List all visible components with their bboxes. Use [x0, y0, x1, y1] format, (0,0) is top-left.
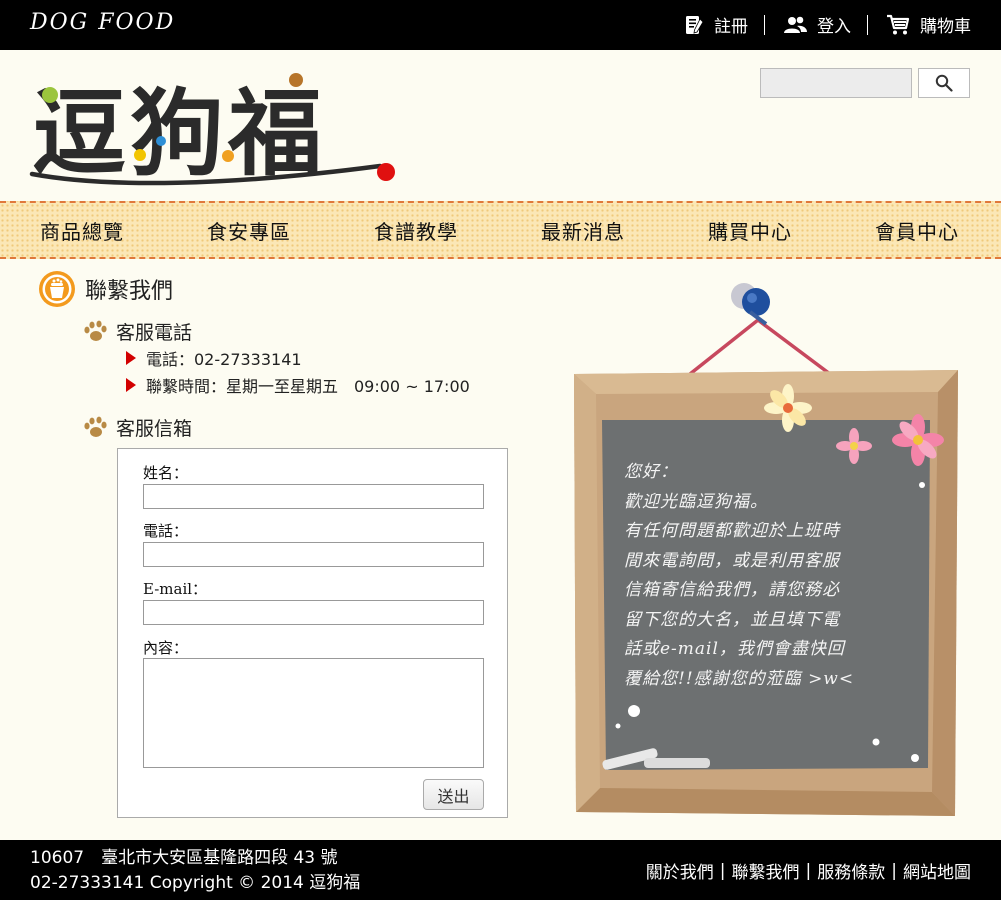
mail-section-title: 客服信箱 [116, 418, 193, 440]
contact-form: 姓名： 電話： E-mail： 內容： 送出 [117, 448, 508, 818]
footer-separator: | [891, 860, 897, 881]
main-nav: 商品總覽 食安專區 食譜教學 最新消息 購買中心 會員中心 [0, 201, 1001, 259]
cart-link[interactable]: 購物車 [884, 12, 971, 37]
top-links: 註冊 登入 購物車 [682, 12, 971, 37]
phone-section-title: 客服電話 [116, 322, 193, 344]
phone-info-list: 電話：02-27333141 聯繫時間：星期一至星期五 09:00 ~ 17:0… [126, 344, 470, 398]
list-item: 聯繫時間：星期一至星期五 09:00 ~ 17:00 [126, 371, 470, 398]
footer-contact: 10607 臺北市大安區基隆路四段 43 號 02-27333141 Copyr… [30, 846, 360, 896]
nav-item-recipes[interactable]: 食譜教學 [374, 216, 458, 245]
footer-copyright: 02-27333141 Copyright © 2014 逗狗福 [30, 873, 361, 893]
page-title-label: 聯繫我們 [85, 279, 174, 304]
register-link[interactable]: 註冊 [682, 12, 748, 37]
phone-section-heading: 客服電話 [82, 318, 192, 345]
divider [867, 14, 868, 35]
nav-item-food-safety[interactable]: 食安專區 [207, 216, 291, 245]
register-label: 註冊 [714, 17, 748, 37]
page-title: 聯繫我們 [38, 270, 173, 308]
nav-item-member[interactable]: 會員中心 [875, 216, 959, 245]
phone-label: 電話： [143, 522, 189, 540]
brand-text[interactable]: DOG FOOD [30, 10, 175, 35]
blackboard-message: 您好： 歡迎光臨逗狗福。 有任何問題都歡迎於上班時 間來電詢問，或是利用客服 信… [624, 458, 924, 694]
service-hours-text: 聯繫時間：星期一至星期五 09:00 ~ 17:00 [146, 376, 470, 396]
login-link[interactable]: 登入 [781, 12, 851, 37]
phone-field[interactable] [143, 542, 484, 567]
board-line: 留下您的大名，並且填下電 [624, 609, 840, 630]
board-line: 有任何問題都歡迎於上班時 [624, 521, 840, 541]
search-icon [935, 74, 953, 92]
nav-item-shopping[interactable]: 購買中心 [708, 216, 792, 245]
dog-food-bowl-icon [39, 271, 75, 307]
top-bar: DOG FOOD 註冊 登入 購物車 [0, 0, 1001, 50]
board-line: 話或e-mail，我們會盡快回 [624, 639, 845, 659]
footer-link-about[interactable]: 關於我們 [646, 858, 714, 883]
footer-separator: | [719, 860, 726, 881]
board-line: 信箱寄信給我們，請您務必 [624, 580, 840, 600]
content-label: 內容： [143, 639, 189, 657]
phone-number-text: 電話：02-27333141 [146, 349, 302, 369]
nav-item-news[interactable]: 最新消息 [541, 216, 625, 245]
submit-button[interactable]: 送出 [423, 779, 484, 810]
cart-label: 購物車 [920, 17, 971, 37]
paw-icon [84, 320, 107, 341]
board-line: 歡迎光臨逗狗福。 [624, 491, 768, 512]
bullet-arrow-icon [126, 350, 136, 365]
divider [764, 14, 765, 35]
login-label: 登入 [817, 17, 851, 37]
name-field[interactable] [143, 484, 484, 509]
cart-icon [887, 14, 910, 34]
bullet-arrow-icon [126, 377, 136, 392]
search-button[interactable] [918, 68, 970, 98]
footer-link-terms[interactable]: 服務條款 [817, 858, 885, 883]
footer-link-sitemap[interactable]: 網站地圖 [903, 858, 971, 883]
mail-section-heading: 客服信箱 [82, 414, 192, 441]
footer-link-contact[interactable]: 聯繫我們 [732, 858, 800, 883]
site-logo[interactable]: 逗狗福 [28, 62, 400, 190]
name-label: 姓名： [143, 464, 189, 482]
board-line: 覆給您!!感謝您的蒞臨 >w< [624, 668, 855, 689]
board-line: 您好： [624, 462, 678, 482]
paw-icon [84, 416, 107, 437]
users-icon [784, 16, 807, 33]
email-label: E-mail： [143, 580, 208, 598]
board-line: 間來電詢問，或是利用客服 [624, 550, 840, 571]
email-field[interactable] [143, 600, 484, 625]
list-item: 電話：02-27333141 [126, 344, 470, 371]
footer-address: 10607 臺北市大安區基隆路四段 43 號 [30, 848, 338, 868]
logo-text: 逗狗福 [32, 79, 326, 189]
nav-item-products[interactable]: 商品總覽 [40, 216, 124, 245]
footer-links: 關於我們 | 聯繫我們 | 服務條款 | 網站地圖 [646, 858, 971, 884]
footer: 10607 臺北市大安區基隆路四段 43 號 02-27333141 Copyr… [0, 840, 1001, 900]
content-textarea[interactable] [143, 658, 484, 768]
search-input[interactable] [760, 68, 912, 98]
footer-separator: | [805, 860, 812, 881]
register-icon [686, 15, 704, 34]
